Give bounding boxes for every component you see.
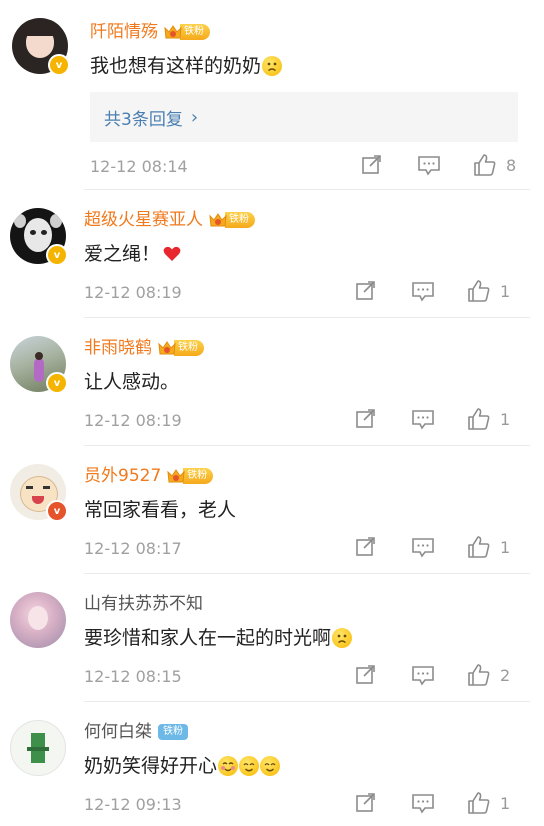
like-button[interactable]: 1: [466, 534, 510, 560]
comment-text: 奶奶笑得好开心: [84, 753, 281, 779]
comment-text: 我也想有这样的奶奶: [90, 53, 283, 79]
comment-button[interactable]: [410, 663, 436, 687]
comment-icon: [412, 282, 434, 302]
comment-icon: [412, 538, 434, 558]
comment-text: 让人感动。: [84, 371, 180, 393]
comment-item: v 非雨晓鹤 铁粉 让人感动。 12-12 08:19 1: [0, 318, 544, 446]
reply-count-link[interactable]: 共3条回复: [104, 105, 183, 130]
comment-text: 常回家看看，老人: [84, 499, 237, 521]
repost-button[interactable]: [354, 407, 378, 431]
verified-v-badge: v: [46, 244, 68, 266]
comment-item: v 员外9527 铁粉 常回家看看，老人 12-12 08:17 1: [0, 446, 544, 574]
comment-item: v 超级火星赛亚人 铁粉 爱之绳！ 12-12 08:19 1: [0, 190, 544, 318]
share-icon: [356, 409, 375, 428]
comment-icon: [412, 666, 434, 686]
timestamp: 12-12 08:15: [84, 667, 182, 686]
comment-item: 山有扶苏苏不知 要珍惜和家人在一起的时光啊 12-12 08:15 2: [0, 574, 544, 702]
like-button[interactable]: 1: [466, 790, 510, 816]
fan-badge: 铁粉: [208, 211, 255, 229]
share-icon: [356, 537, 375, 556]
sad-face-emoji: [332, 628, 353, 648]
crown-icon: [157, 339, 177, 357]
comment-button[interactable]: [410, 791, 436, 815]
sad-face-emoji: [262, 56, 283, 76]
repost-button[interactable]: [354, 279, 378, 303]
thumbs-up-icon: [474, 154, 496, 176]
crown-icon: [166, 467, 186, 485]
repost-button[interactable]: [354, 791, 378, 815]
like-button[interactable]: 2: [466, 662, 510, 688]
verified-v-badge: v: [48, 54, 70, 76]
fan-badge: 铁粉: [163, 23, 210, 41]
comment-item: v 阡陌情殇 铁粉 我也想有这样的奶奶 共3条回复 › 12-12 08:14 …: [0, 0, 544, 190]
username[interactable]: 阡陌情殇: [90, 21, 158, 43]
thumbs-up-icon: [468, 280, 490, 302]
smile-face-emoji: [239, 756, 260, 776]
thumbs-up-icon: [468, 536, 490, 558]
avatar[interactable]: v: [10, 336, 68, 394]
timestamp: 12-12 08:17: [84, 539, 182, 558]
like-button[interactable]: 1: [466, 278, 510, 304]
avatar[interactable]: v: [10, 464, 68, 522]
timestamp: 12-12 08:19: [84, 283, 182, 302]
repost-button[interactable]: [360, 153, 384, 177]
thumbs-up-icon: [468, 408, 490, 430]
verified-v-badge: v: [46, 372, 68, 394]
comment-icon: [418, 156, 440, 176]
comment-item: 何何白桀 铁粉 奶奶笑得好开心 12-12 09:13 1: [0, 702, 544, 826]
comment-button[interactable]: [410, 279, 436, 303]
repost-button[interactable]: [354, 535, 378, 559]
avatar[interactable]: v: [12, 18, 70, 76]
username[interactable]: 何何白桀: [84, 721, 152, 743]
comment-text: 爱之绳！: [84, 241, 182, 267]
username[interactable]: 超级火星赛亚人: [84, 209, 203, 231]
username[interactable]: 非雨晓鹤: [84, 337, 152, 359]
comment-icon: [412, 794, 434, 814]
avatar[interactable]: v: [10, 208, 68, 266]
comment-button[interactable]: [416, 153, 442, 177]
share-icon: [362, 155, 381, 174]
like-button[interactable]: 8: [472, 152, 516, 178]
username[interactable]: 山有扶苏苏不知: [84, 593, 203, 615]
red-heart-emoji: [162, 244, 182, 264]
comment-icon: [412, 410, 434, 430]
avatar[interactable]: [10, 720, 66, 776]
smile-face-emoji: [260, 756, 281, 776]
crown-icon: [208, 211, 228, 229]
reply-summary-box[interactable]: 共3条回复 ›: [90, 92, 518, 142]
username[interactable]: 员外9527: [84, 465, 161, 487]
thumbs-up-icon: [468, 792, 490, 814]
blush-face-emoji: [218, 756, 239, 776]
comment-button[interactable]: [410, 407, 436, 431]
thumbs-up-icon: [468, 664, 490, 686]
chevron-right-icon: ›: [190, 106, 199, 128]
fan-badge: 铁粉: [157, 339, 204, 357]
crown-icon: [163, 23, 183, 41]
comment-button[interactable]: [410, 535, 436, 559]
timestamp: 12-12 08:14: [90, 157, 188, 176]
share-icon: [356, 665, 375, 684]
avatar[interactable]: [10, 592, 66, 648]
comment-text: 要珍惜和家人在一起的时光啊: [84, 625, 353, 651]
verified-v-badge: v: [46, 500, 68, 522]
repost-button[interactable]: [354, 663, 378, 687]
fan-badge: 铁粉: [166, 467, 214, 485]
share-icon: [356, 281, 375, 300]
timestamp: 12-12 09:13: [84, 795, 182, 814]
fan-badge: 铁粉: [158, 724, 188, 740]
like-button[interactable]: 1: [466, 406, 510, 432]
share-icon: [356, 793, 375, 812]
timestamp: 12-12 08:19: [84, 411, 182, 430]
